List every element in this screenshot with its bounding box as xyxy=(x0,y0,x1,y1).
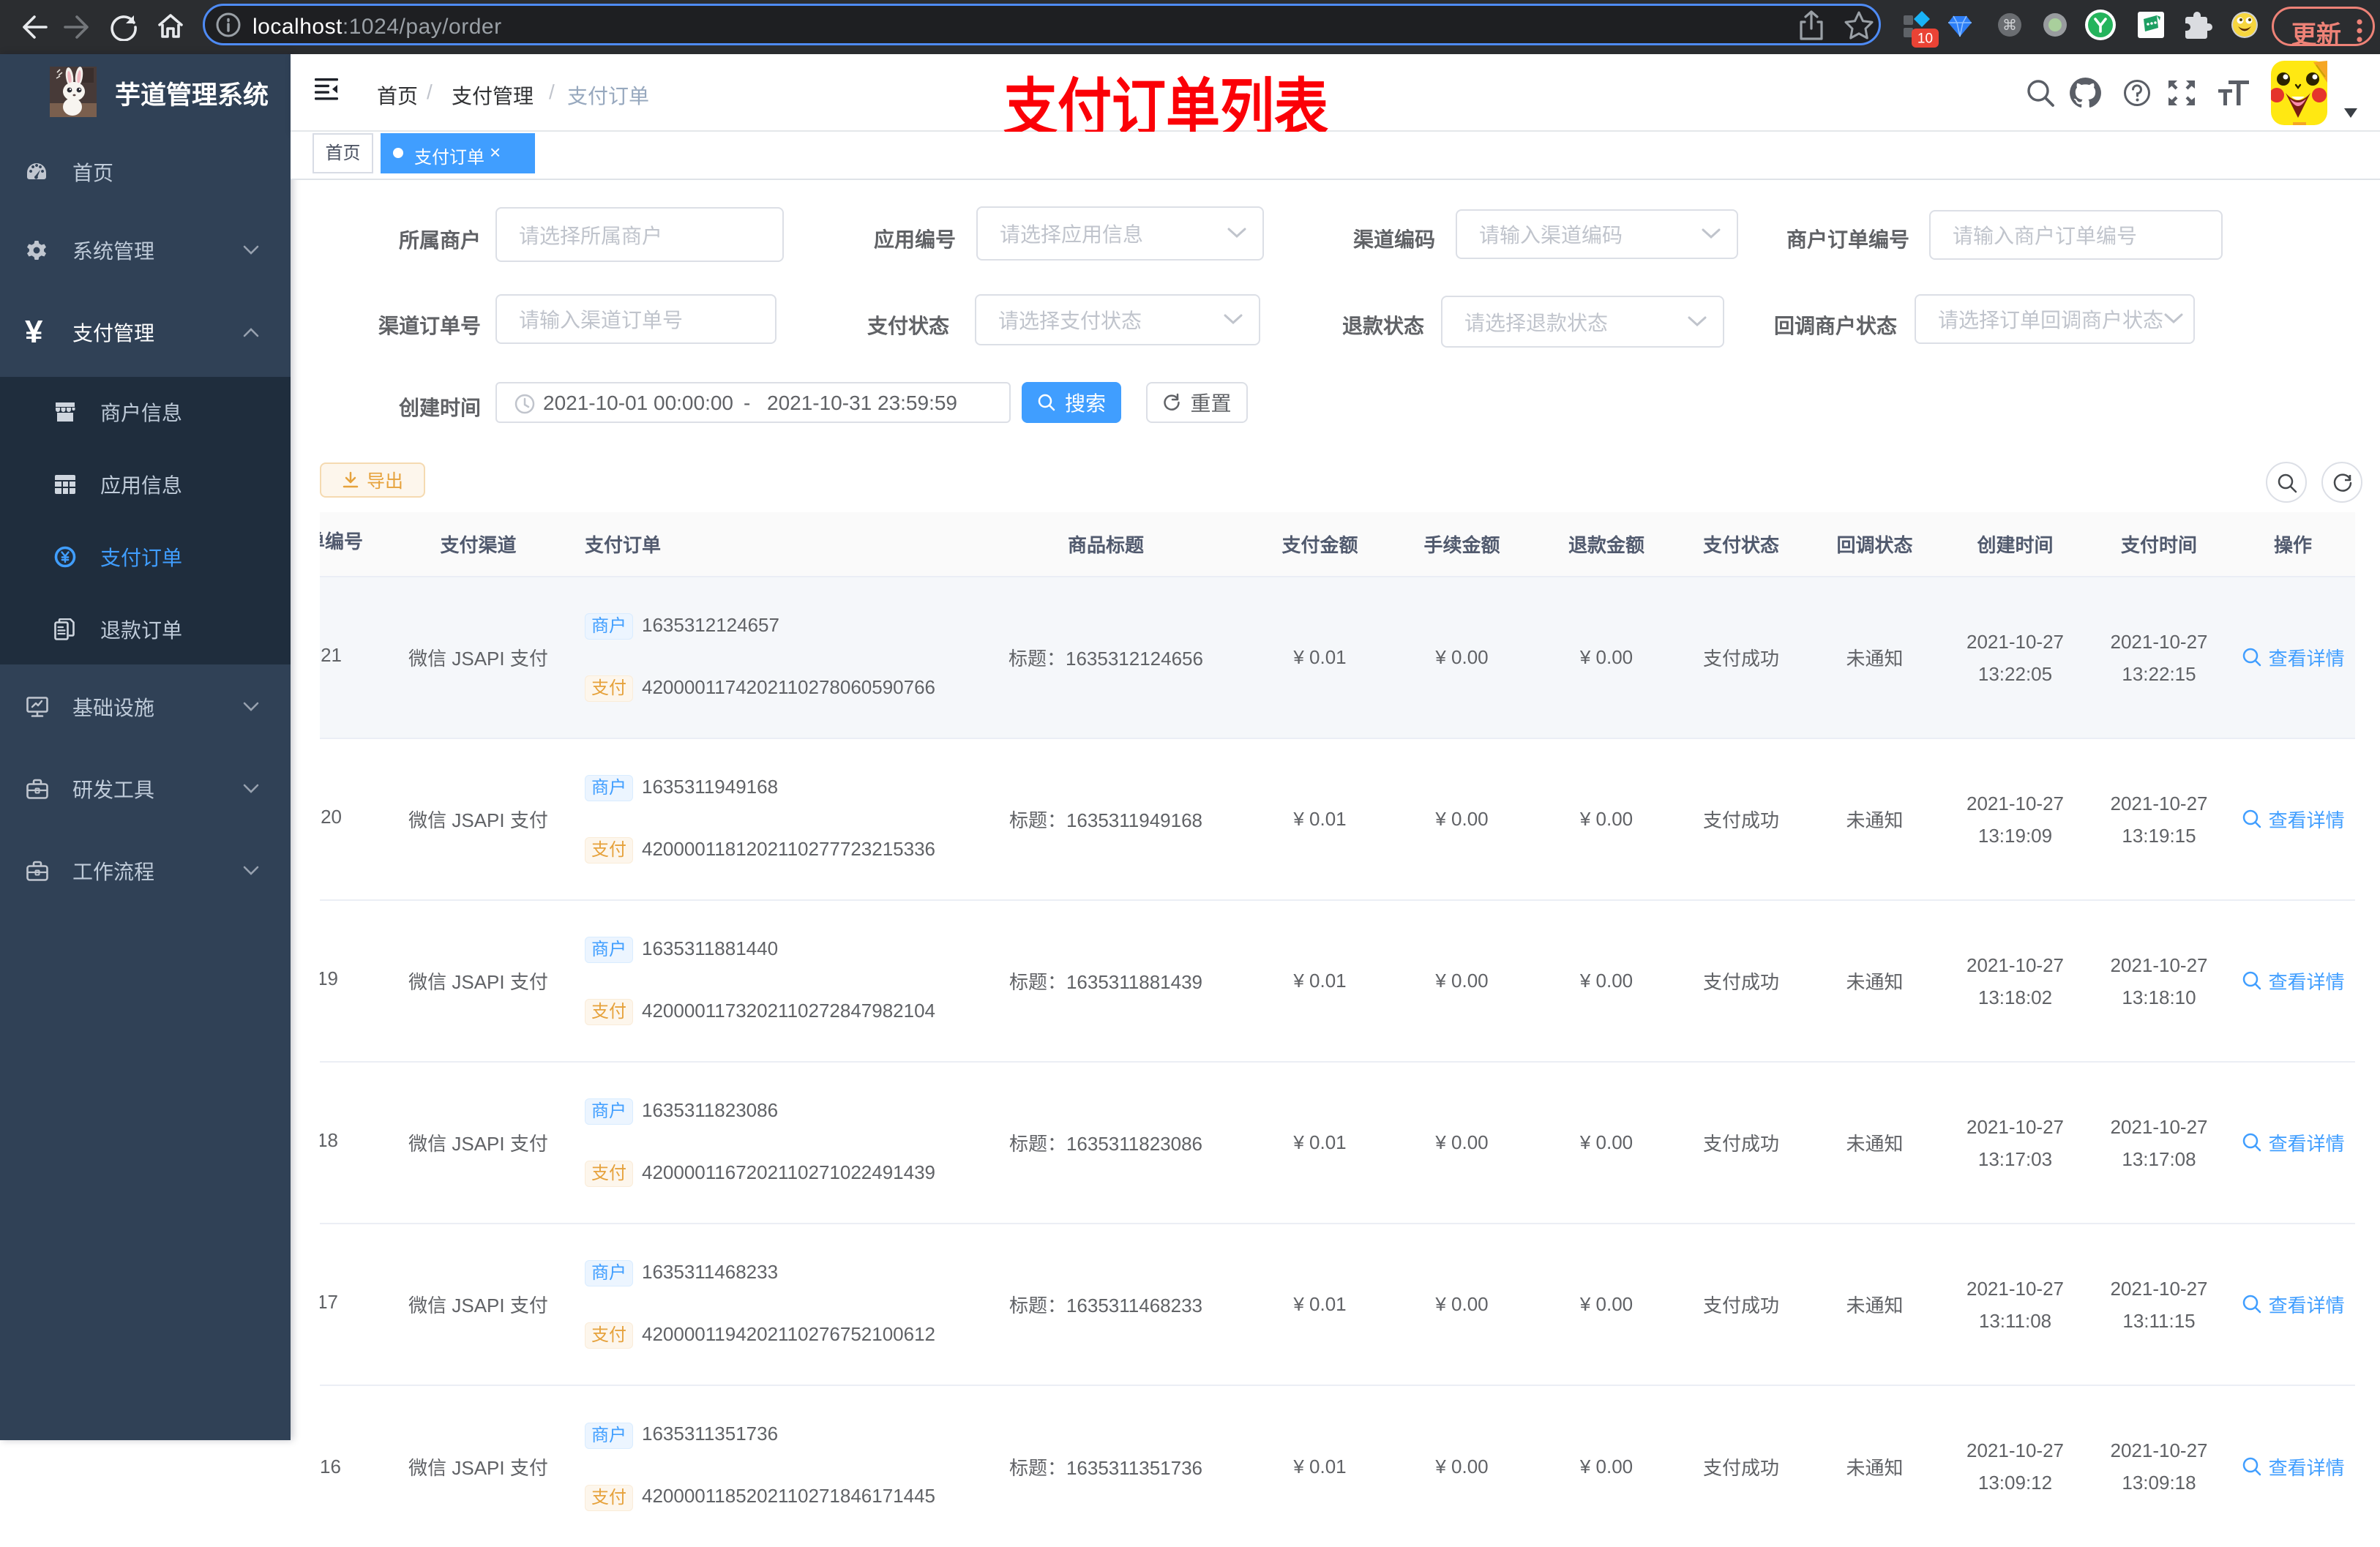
svg-text:⌘: ⌘ xyxy=(2002,18,2017,34)
svg-text:10: 10 xyxy=(1917,31,1933,47)
